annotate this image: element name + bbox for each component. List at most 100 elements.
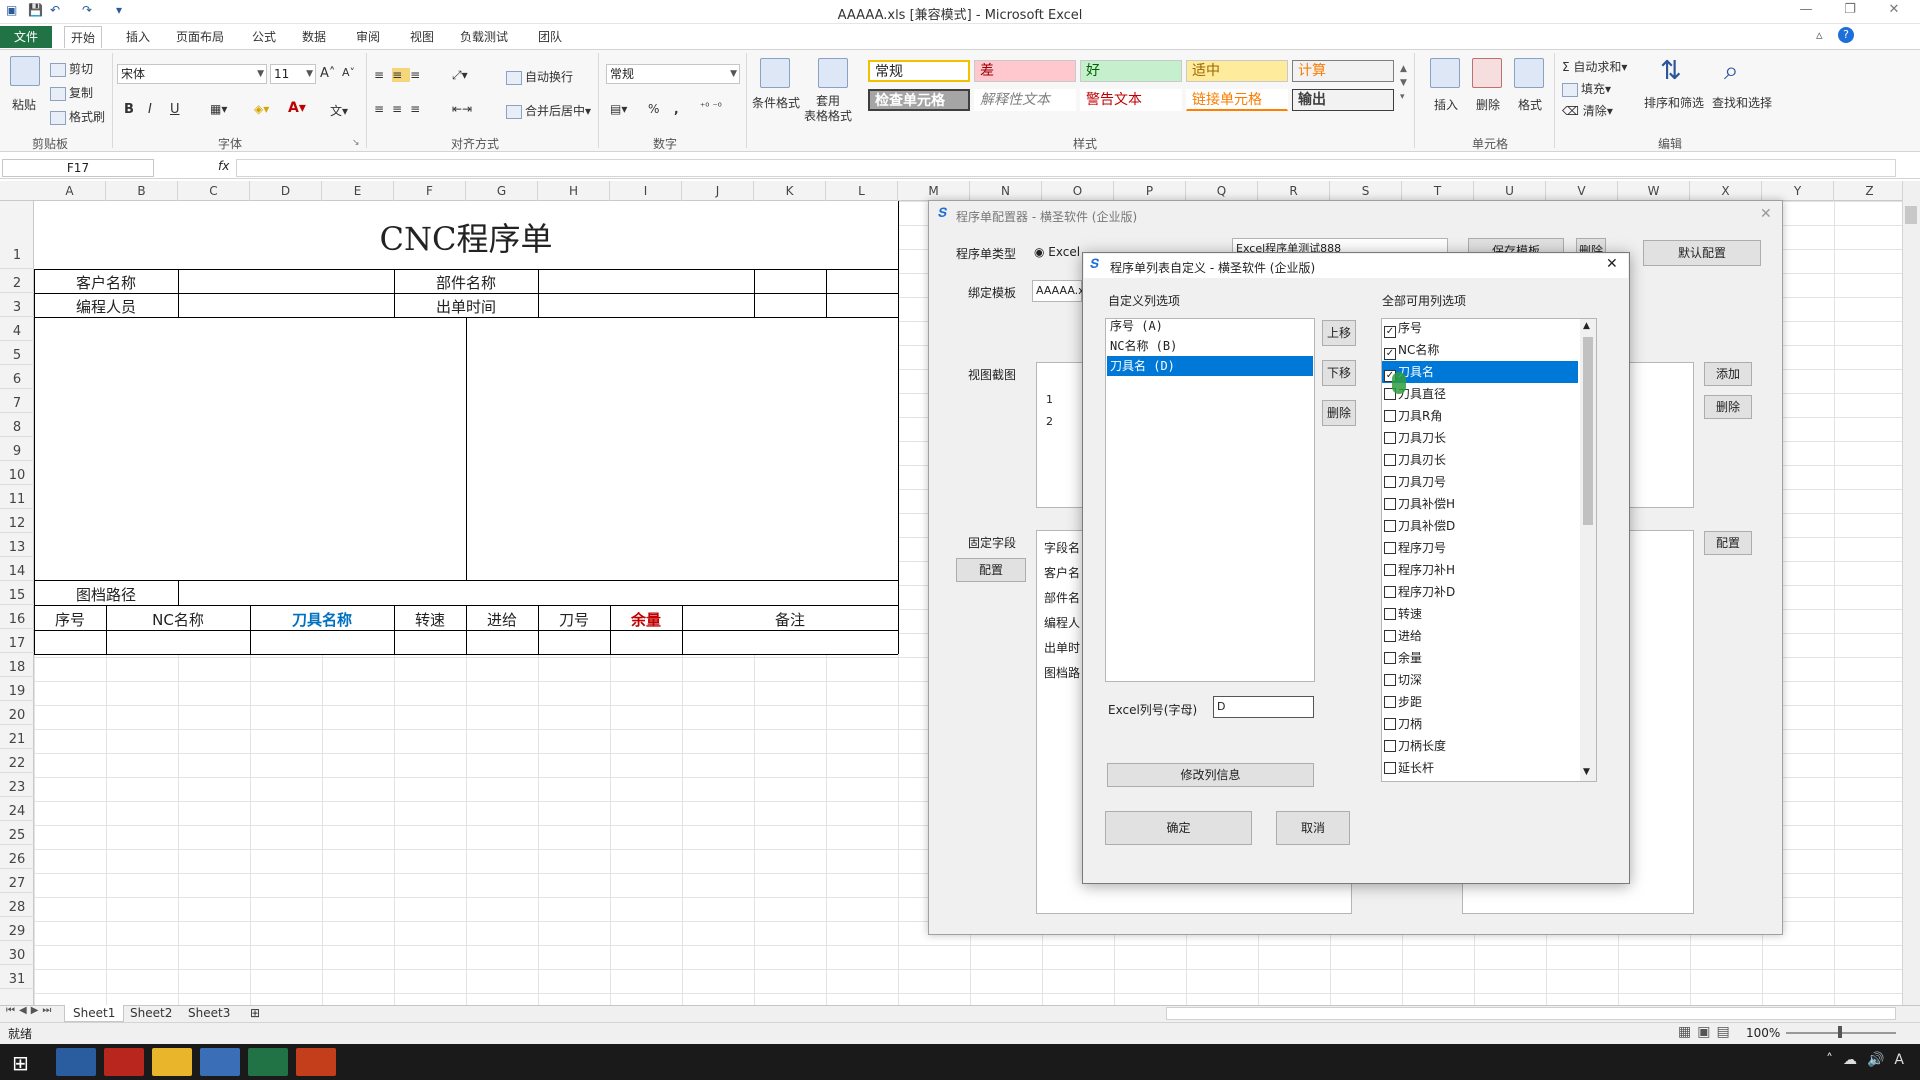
column-header-cell[interactable]: C	[178, 181, 250, 201]
all-column-item[interactable]: 刀具补偿D	[1382, 515, 1578, 537]
percent-button[interactable]: %	[648, 102, 659, 116]
format-cells-icon[interactable]	[1514, 58, 1544, 88]
tab-load-test[interactable]: 负载测试	[454, 26, 514, 48]
ok-button[interactable]: 确定	[1105, 811, 1252, 845]
style-explanatory[interactable]: 解释性文本	[974, 89, 1076, 111]
row-header-cell[interactable]: 29	[0, 917, 34, 941]
bind-template-input[interactable]: AAAAA.x	[1032, 280, 1085, 302]
delete-column-button[interactable]: 删除	[1322, 400, 1356, 426]
checkbox-unchecked-icon[interactable]	[1384, 696, 1396, 708]
font-size-combo[interactable]: 11 ▼	[270, 64, 316, 84]
header-nc-name[interactable]: NC名称	[106, 609, 250, 630]
phonetic-icon[interactable]: 文▾	[330, 102, 348, 119]
row-header-cell[interactable]: 2	[0, 269, 34, 293]
find-select-icon[interactable]: ⌕	[1724, 56, 1739, 87]
checkbox-unchecked-icon[interactable]	[1384, 652, 1396, 664]
move-up-button[interactable]: 上移	[1322, 320, 1356, 346]
system-tray-icons[interactable]: ˄☁🔊A	[1826, 1052, 1914, 1068]
sheet-title[interactable]: CNC程序单	[34, 214, 898, 260]
halign-icons[interactable]: ≡≡≡	[374, 102, 428, 116]
column-header-cell[interactable]: X	[1690, 181, 1762, 201]
row-header-cell[interactable]: 1	[0, 201, 34, 269]
sheet-tab-2[interactable]: Sheet2	[122, 1005, 180, 1022]
label-customer[interactable]: 客户名称	[34, 272, 178, 293]
all-column-item[interactable]: 刀具R角	[1382, 405, 1578, 427]
column-header-cell[interactable]: J	[682, 181, 754, 201]
style-check-cell[interactable]: 检查单元格	[868, 89, 970, 111]
all-column-item[interactable]: 刀柄长度	[1382, 735, 1578, 757]
columns-close-icon[interactable]: ✕	[1606, 256, 1618, 272]
number-format-combo[interactable]: 常规 ▼	[606, 64, 740, 84]
row-header-cell[interactable]: 4	[0, 317, 34, 341]
column-header-cell[interactable]: Y	[1762, 181, 1834, 201]
excel-col-input[interactable]: D	[1213, 696, 1314, 718]
file-explorer-icon[interactable]	[152, 1048, 192, 1076]
minimize-icon[interactable]: —	[1790, 2, 1822, 22]
all-column-item[interactable]: 进给	[1382, 625, 1578, 647]
column-header-cell[interactable]: B	[106, 181, 178, 201]
tab-formulas[interactable]: 公式	[246, 26, 282, 48]
list-scroll-thumb[interactable]	[1583, 337, 1593, 525]
all-column-item-selected[interactable]: ✓ 刀具名	[1382, 361, 1578, 383]
insert-cells-icon[interactable]	[1430, 58, 1460, 88]
all-column-item[interactable]: 刀具刃长	[1382, 449, 1578, 471]
style-bad[interactable]: 差	[974, 60, 1076, 82]
orientation-icon[interactable]: ⤢▾	[452, 68, 468, 83]
default-config-button[interactable]: 默认配置	[1643, 240, 1761, 266]
column-header-cell[interactable]: Q	[1186, 181, 1258, 201]
all-column-item[interactable]: ✓ NC名称	[1382, 339, 1578, 361]
column-header-cell[interactable]: L	[826, 181, 898, 201]
hengsheng-app-icon[interactable]	[200, 1048, 240, 1076]
column-header-cell[interactable]: R	[1258, 181, 1330, 201]
close-icon[interactable]: ✕	[1878, 2, 1910, 22]
column-header-cell[interactable]: V	[1546, 181, 1618, 201]
row-header-cell[interactable]: 19	[0, 677, 34, 701]
grow-font-icon[interactable]: A˄	[320, 66, 335, 81]
radio-excel[interactable]: ◉ Excel	[1034, 245, 1080, 259]
all-column-item[interactable]: 切深	[1382, 669, 1578, 691]
format-cells-button[interactable]: 格式	[1518, 96, 1542, 113]
vertical-scrollbar[interactable]	[1902, 181, 1920, 1005]
checkbox-unchecked-icon[interactable]	[1384, 718, 1396, 730]
fill-color-icon[interactable]: ◈▾	[254, 102, 269, 116]
checkbox-unchecked-icon[interactable]	[1384, 476, 1396, 488]
tab-team[interactable]: 团队	[532, 26, 568, 48]
styles-scroll-icon[interactable]: ▲ ▼ ▾	[1400, 62, 1407, 104]
row-header-cell[interactable]: 8	[0, 413, 34, 437]
zoom-level[interactable]: 100%	[1746, 1026, 1780, 1040]
shrink-font-icon[interactable]: A˅	[342, 66, 355, 79]
field-item[interactable]: 编程人	[1044, 611, 1084, 636]
italic-button[interactable]: I	[148, 102, 152, 117]
scroll-thumb[interactable]	[1905, 206, 1917, 224]
powerpoint-app-icon[interactable]	[296, 1048, 336, 1076]
fx-icon[interactable]: fx	[218, 159, 229, 173]
format-painter-button[interactable]: 格式刷	[50, 108, 105, 125]
sort-filter-button[interactable]: 排序和筛选	[1644, 94, 1704, 111]
sheet-tab-3[interactable]: Sheet3	[180, 1005, 238, 1022]
row-header-cell[interactable]: 7	[0, 389, 34, 413]
checkbox-unchecked-icon[interactable]	[1384, 762, 1396, 774]
all-column-item[interactable]: ✓ 序号	[1382, 319, 1578, 339]
cancel-button[interactable]: 取消	[1276, 811, 1350, 845]
field-item[interactable]: 部件名	[1044, 586, 1084, 611]
all-column-item[interactable]: 步距	[1382, 691, 1578, 713]
insert-cells-button[interactable]: 插入	[1434, 96, 1458, 113]
checkbox-checked-icon[interactable]: ✓	[1384, 326, 1396, 338]
row-header-cell[interactable]: 21	[0, 725, 34, 749]
conditional-format-button[interactable]: 条件格式	[752, 94, 800, 111]
font-color-icon[interactable]: A▾	[288, 100, 306, 116]
list-scrollbar[interactable]: ▲ ▼	[1580, 319, 1596, 781]
wrap-text-button[interactable]: 自动换行	[506, 68, 573, 85]
checkbox-unchecked-icon[interactable]	[1384, 674, 1396, 686]
all-column-item[interactable]: 程序刀补H	[1382, 559, 1578, 581]
row-header-cell[interactable]: 5	[0, 341, 34, 365]
table-format-button[interactable]: 套用 表格格式	[804, 94, 852, 124]
autosum-button[interactable]: Σ 自动求和▾	[1562, 58, 1627, 75]
style-linked-cell[interactable]: 链接单元格	[1186, 89, 1288, 111]
checkbox-unchecked-icon[interactable]	[1384, 630, 1396, 642]
header-allowance[interactable]: 余量	[610, 609, 682, 630]
tab-data[interactable]: 数据	[296, 26, 332, 48]
view-mode-icons[interactable]: ▦▣▤	[1678, 1024, 1736, 1040]
currency-icon[interactable]: ▤▾	[610, 102, 627, 116]
header-remarks[interactable]: 备注	[682, 609, 898, 630]
